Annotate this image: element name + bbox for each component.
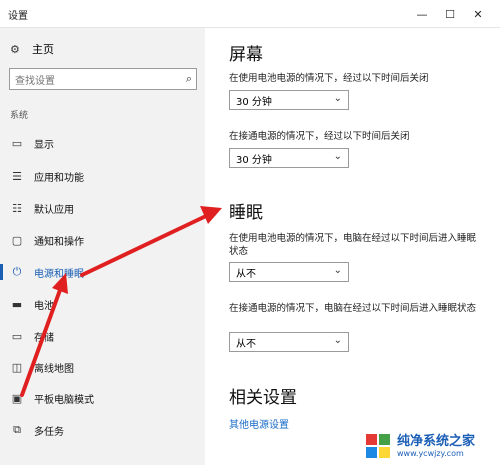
battery-icon: ▬ [11,297,23,311]
chevron-down-icon: ⌄ [333,265,342,276]
sidebar-item-battery[interactable]: ▬ 电池 [0,293,205,315]
storage-icon: ▭ [11,329,23,343]
other-power-settings-link[interactable]: 其他电源设置 [229,416,289,431]
window-title: 设置 [8,11,28,22]
multitask-icon: ⧉ [13,423,21,436]
sleep-battery-dropdown[interactable]: 从不 ⌄ [229,262,349,282]
sidebar-item-power-sleep[interactable]: ⏻ 电源和睡眠 [0,261,205,283]
sleep-heading: 睡眠 [229,203,263,223]
sleep-plugged-dropdown[interactable]: 从不 ⌄ [229,332,349,352]
sidebar-item-label: 存储 [34,332,54,344]
screen-plugged-desc: 在接通电源的情况下，经过以下时间后关闭 [229,131,410,142]
home-label: 主页 [32,43,54,56]
sidebar-item-display[interactable]: ▭ 显示 [0,132,205,154]
notification-icon: ▢ [11,233,23,247]
sidebar-item-label: 离线地图 [34,363,74,375]
screen-battery-desc: 在使用电池电源的情况下，经过以下时间后关闭 [229,73,429,84]
home-link[interactable]: ⚙ 主页 [10,40,54,58]
sidebar-item-label: 应用和功能 [34,172,84,184]
search-box[interactable]: ⌕ [9,68,197,92]
list-icon: ☰ [12,169,22,183]
sidebar-item-label: 多任务 [34,426,64,438]
default-apps-icon: ☷ [12,201,22,215]
search-icon[interactable]: ⌕ [186,72,192,86]
dropdown-value: 从不 [236,268,256,280]
gear-icon: ⚙ [10,42,20,56]
main-panel: 屏幕 在使用电池电源的情况下，经过以下时间后关闭 30 分钟 ⌄ 在接通电源的情… [205,28,500,465]
sidebar-item-multitasking[interactable]: ⧉ 多任务 [0,419,205,441]
title-bar: 设置 — ☐ ✕ [0,0,500,28]
sidebar-item-default-apps[interactable]: ☷ 默认应用 [0,197,205,219]
power-icon: ⏻ [12,265,22,278]
screen-heading: 屏幕 [229,45,263,65]
tablet-icon: ▣ [11,391,23,405]
sleep-battery-desc: 在使用电池电源的情况下，电脑在经过以下时间后进入睡眠状态 [229,233,477,257]
map-icon: ◫ [11,360,23,374]
watermark: 纯净系统之家 www.ycwjzy.com [365,430,495,462]
sidebar-item-notifications[interactable]: ▢ 通知和操作 [0,229,205,251]
dropdown-value: 从不 [236,338,256,350]
screen-battery-dropdown[interactable]: 30 分钟 ⌄ [229,90,349,110]
sidebar-item-label: 电池 [34,300,54,312]
windows-logo-icon [365,433,391,459]
screen-plugged-dropdown[interactable]: 30 分钟 ⌄ [229,148,349,168]
monitor-icon: ▭ [11,136,23,150]
sidebar-item-label: 通知和操作 [34,236,84,248]
sidebar-item-label: 显示 [34,139,54,151]
watermark-name: 纯净系统之家 [397,434,476,449]
chevron-down-icon: ⌄ [333,335,342,346]
sidebar: ⚙ 主页 ⌕ 系统 ▭ 显示 ☰ 应用和功能 ☷ 默认应用 ▢ 通知和操作 ⏻ … [0,28,205,465]
dropdown-value: 30 分钟 [236,154,272,166]
watermark-url: www.ycwjzy.com [397,449,464,458]
sidebar-item-apps[interactable]: ☰ 应用和功能 [0,165,205,187]
dropdown-value: 30 分钟 [236,96,272,108]
search-input[interactable] [10,71,170,92]
sidebar-item-offline-maps[interactable]: ◫ 离线地图 [0,356,205,378]
chevron-down-icon: ⌄ [333,151,342,162]
section-title: 系统 [10,111,29,121]
related-heading: 相关设置 [229,388,297,408]
sidebar-item-storage[interactable]: ▭ 存储 [0,325,205,347]
sidebar-item-label: 默认应用 [34,204,74,216]
close-button[interactable]: ✕ [462,0,494,28]
sidebar-item-label: 平板电脑模式 [34,394,94,406]
chevron-down-icon: ⌄ [333,93,342,104]
sidebar-item-label: 电源和睡眠 [34,268,84,280]
sidebar-item-tablet-mode[interactable]: ▣ 平板电脑模式 [0,387,205,409]
sleep-plugged-desc: 在接通电源的情况下，电脑在经过以下时间后进入睡眠状态 [229,303,477,314]
